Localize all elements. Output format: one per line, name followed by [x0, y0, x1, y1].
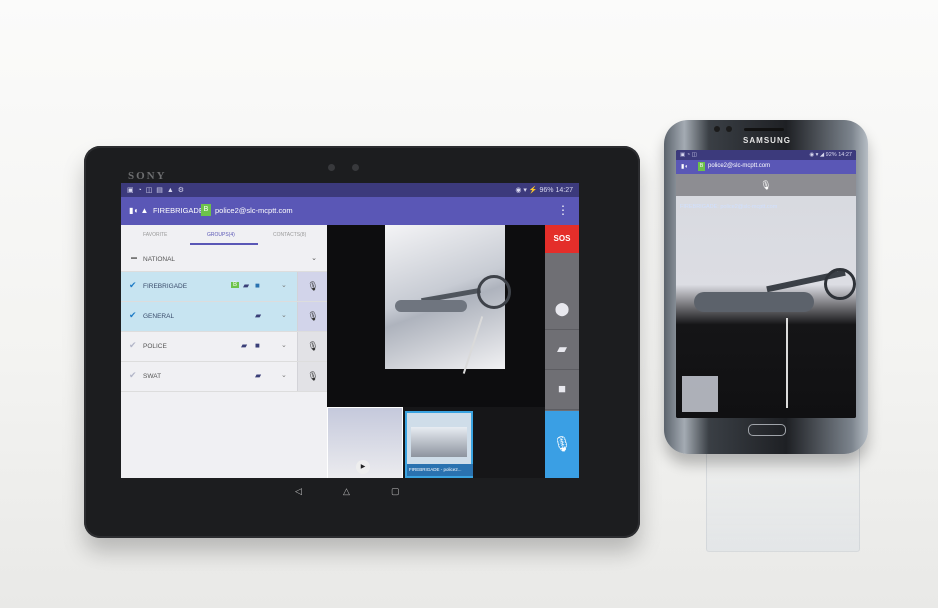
aircraft-body	[694, 292, 814, 312]
phone-status-bar: ▣ ◔ ◫ ◉ ▾ ◢ 92% 14:27	[676, 150, 856, 160]
ptt-mic-icon[interactable]: 🎙	[297, 332, 328, 361]
phone-home-button[interactable]	[748, 424, 786, 436]
phone-video-caption: FIREBRIGADE: police2@slc-mcptt.com	[680, 204, 778, 210]
tablet-device: SONY ▣ ◔ ◫ ▤ ▲ ⚙ ◉ ▾ ⚡ 96% 14:27 ▮◖ ▲ FI…	[84, 146, 640, 538]
app-bar: ▮◖ ▲ FIREBRIGADE B police2@slc-mcptt.com…	[121, 197, 579, 225]
group-list-panel: FAVORITE GROUPS(4) CONTACTS(8) ▬ NATIONA…	[121, 225, 328, 478]
group-badge: B	[201, 204, 211, 216]
ptt-mic-icon[interactable]: 🎙	[297, 362, 328, 391]
phone-group-badge: B	[698, 162, 705, 171]
tablet-screen: ▣ ◔ ◫ ▤ ▲ ⚙ ◉ ▾ ⚡ 96% 14:27 ▮◖ ▲ FIREBRI…	[121, 183, 579, 478]
ptt-mic-icon[interactable]: 🎙	[297, 272, 328, 301]
phone-app-icons: ▮◖	[681, 164, 688, 170]
location-pin-icon[interactable]: ⬤	[545, 289, 579, 330]
group-name: FIREBRIGADE	[143, 283, 188, 290]
light-sensor	[352, 164, 359, 171]
thumbnail-image	[411, 427, 467, 457]
chevron-down-icon[interactable]: ⌄	[281, 281, 287, 289]
main-video-view[interactable]	[327, 225, 545, 407]
phone-video-view[interactable]: FIREBRIGADE: police2@slc-mcptt.com	[676, 196, 856, 418]
status-right: ◉ ▾ ⚡ 96% 14:27	[515, 187, 573, 194]
active-group-label: FIREBRIGADE	[153, 206, 204, 215]
chevron-down-icon[interactable]: ⌄	[281, 341, 287, 349]
phone-sensor	[714, 126, 720, 132]
phone-self-view-thumbnail[interactable]	[682, 376, 718, 412]
chevron-down-icon[interactable]: ⌄	[311, 254, 317, 262]
push-to-talk-button[interactable]: 🎙	[545, 411, 579, 478]
chat-icon[interactable]: ▰	[243, 281, 249, 290]
group-name: SWAT	[143, 373, 162, 380]
phone-notification-icons: ▣ ◔ ◫	[680, 152, 697, 158]
video-icon[interactable]: ■	[255, 341, 260, 350]
group-row-police[interactable]: ✔ POLICE ▰ ■ ⌄ 🎙	[121, 332, 328, 362]
national-folder[interactable]: ▬ NATIONAL ⌄	[121, 247, 327, 272]
group-name: GENERAL	[143, 313, 175, 320]
overflow-menu-icon[interactable]: ⋮	[557, 203, 569, 217]
chat-icon[interactable]: ▰	[255, 371, 261, 380]
chat-icon[interactable]: ▰	[255, 311, 261, 320]
check-icon[interactable]: ✔	[129, 370, 137, 381]
video-thumbnail-2[interactable]: FIREBRIGADE - police2...	[405, 411, 473, 478]
phone-screen: ▣ ◔ ◫ ◉ ▾ ◢ 92% 14:27 ▮◖ B police2@slc-m…	[676, 150, 856, 418]
play-icon[interactable]: ▶	[356, 460, 370, 474]
user-id-label: police2@slc-mcptt.com	[215, 206, 293, 215]
tab-favorite[interactable]: FAVORITE	[143, 232, 167, 238]
tab-contacts[interactable]: CONTACTS(8)	[273, 232, 306, 238]
national-label: NATIONAL	[143, 256, 176, 263]
app-bar-icons: ▮◖ ▲	[129, 206, 149, 215]
model-stand	[786, 318, 788, 408]
android-nav-bar: ◁ △ ▢	[277, 486, 400, 500]
tab-bar: FAVORITE GROUPS(4) CONTACTS(8)	[121, 225, 327, 245]
phone-camera	[726, 126, 732, 132]
group-row-firebrigade[interactable]: ✔ FIREBRIGADE B ▰ ■ ⌄ 🎙	[121, 272, 328, 302]
video-thumbnail-strip: ▶ FIREBRIGADE - police2...	[327, 407, 545, 478]
group-row-swat[interactable]: ✔ SWAT ▰ ⌄ 🎙	[121, 362, 328, 392]
video-icon[interactable]: ■	[255, 281, 260, 290]
back-icon[interactable]: ◁	[295, 486, 302, 497]
active-tab-indicator	[190, 243, 258, 245]
video-frame-aircraft	[385, 225, 511, 374]
sos-button[interactable]: SOS	[545, 225, 579, 253]
group-badge: B	[231, 282, 240, 288]
check-icon[interactable]: ✔	[129, 310, 137, 321]
check-icon[interactable]: ✔	[129, 280, 137, 291]
phone-speaker	[744, 128, 784, 131]
status-bar: ▣ ◔ ◫ ▤ ▲ ⚙ ◉ ▾ ⚡ 96% 14:27	[121, 183, 579, 197]
action-sidebar: SOS ⬤ ▰ ■ 🎙	[545, 225, 579, 478]
aircraft-body	[395, 300, 467, 312]
check-icon[interactable]: ✔	[129, 340, 137, 351]
tablet-brand-logo: SONY	[128, 170, 167, 182]
phone-mic-icon[interactable]: 🎙	[676, 174, 856, 196]
front-camera	[328, 164, 335, 171]
aircraft-propeller	[477, 275, 511, 309]
thumbnail-caption: FIREBRIGADE - police2...	[407, 464, 473, 476]
home-icon[interactable]: △	[343, 486, 350, 497]
chat-icon[interactable]: ▰	[545, 329, 579, 370]
phone-user-id: police2@slc-mcptt.com	[708, 163, 771, 169]
model-stand	[462, 316, 484, 374]
tab-groups[interactable]: GROUPS(4)	[207, 232, 235, 238]
ptt-mic-icon[interactable]: 🎙	[297, 302, 328, 331]
phone-status-right: ◉ ▾ ◢ 92% 14:27	[809, 152, 852, 158]
group-name: POLICE	[143, 343, 167, 350]
group-row-general[interactable]: ✔ GENERAL ▰ ⌄ 🎙	[121, 302, 328, 332]
chevron-down-icon[interactable]: ⌄	[281, 371, 287, 379]
chevron-down-icon[interactable]: ⌄	[281, 311, 287, 319]
phone-brand-logo: SAMSUNG	[743, 136, 791, 145]
phone-app-bar: ▮◖ B police2@slc-mcptt.com	[676, 160, 856, 174]
video-thumbnail-1[interactable]: ▶	[327, 407, 403, 478]
notification-icons: ▣ ◔ ◫ ▤ ▲ ⚙	[127, 187, 185, 194]
folder-icon: ▬	[131, 255, 137, 261]
chat-icon[interactable]: ▰	[241, 341, 247, 350]
camera-icon[interactable]: ■	[545, 369, 579, 410]
phone-device: SAMSUNG ▣ ◔ ◫ ◉ ▾ ◢ 92% 14:27 ▮◖ B polic…	[664, 120, 868, 454]
aircraft-propeller	[824, 268, 856, 300]
recents-icon[interactable]: ▢	[391, 486, 400, 497]
